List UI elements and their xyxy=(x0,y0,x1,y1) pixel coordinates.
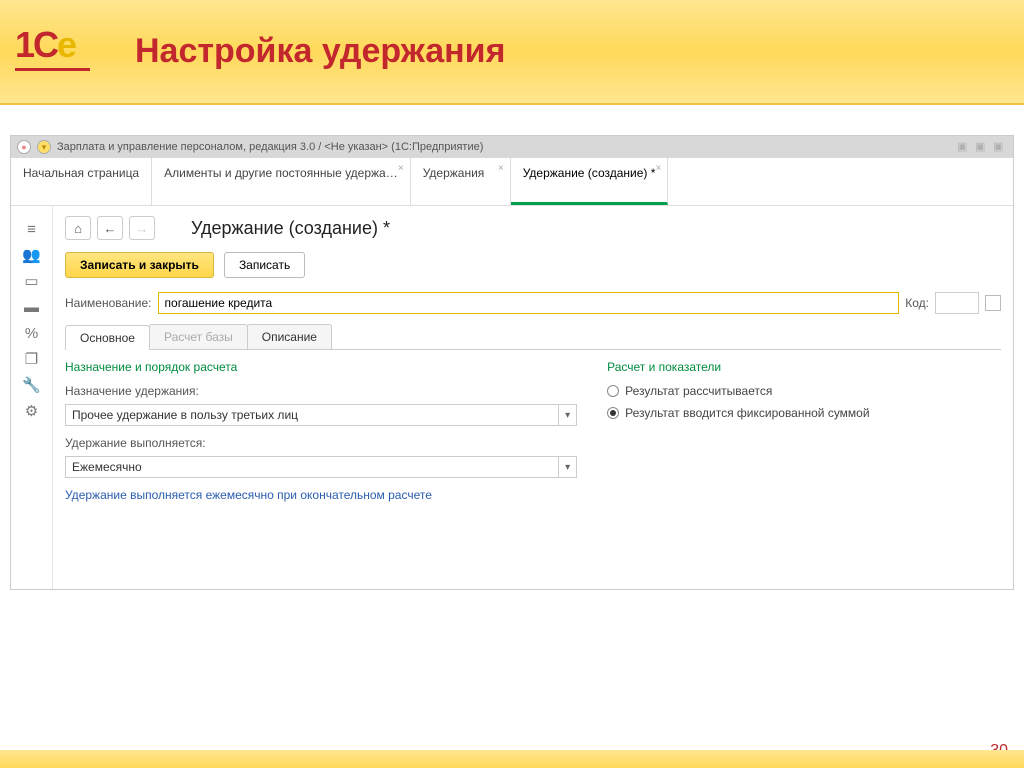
chevron-down-icon: ▾ xyxy=(558,405,576,425)
titlebar-right-icons: ▣ ▣ ▣ xyxy=(957,140,1007,154)
nav-row: ⌂ ← → Удержание (создание) * xyxy=(65,216,1001,240)
forward-button[interactable]: → xyxy=(129,216,155,240)
chevron-down-icon: ▾ xyxy=(558,457,576,477)
rail-people-icon[interactable]: 👥 xyxy=(11,242,52,268)
titlebar-icon[interactable]: ▣ xyxy=(993,140,1007,154)
code-label: Код: xyxy=(905,296,929,310)
period-select[interactable]: Ежемесячно ▾ xyxy=(65,456,577,478)
inner-tab-base[interactable]: Расчет базы xyxy=(149,324,248,349)
close-icon[interactable]: × xyxy=(398,162,404,175)
inner-tabs: Основное Расчет базы Описание xyxy=(65,324,1001,350)
footer-bar xyxy=(0,750,1024,768)
close-icon[interactable]: × xyxy=(656,162,662,175)
radio-icon xyxy=(607,407,619,419)
name-input[interactable] xyxy=(158,292,900,314)
tab-home[interactable]: Начальная страница xyxy=(11,158,152,205)
tab-deductions[interactable]: Удержания× xyxy=(411,158,511,205)
right-column: Расчет и показатели Результат рассчитыва… xyxy=(607,360,1001,502)
slide-header: 1Ce Настройка удержания xyxy=(0,0,1024,105)
radio-fixed[interactable]: Результат вводится фиксированной суммой xyxy=(607,406,1001,420)
save-close-button[interactable]: Записать и закрыть xyxy=(65,252,214,278)
workspace: ≡ 👥 ▭ ▬ % ❐ 🔧 ⚙ ⌂ ← → Удержание (создани… xyxy=(11,206,1013,589)
button-bar: Записать и закрыть Записать xyxy=(65,252,1001,278)
radio-label: Результат рассчитывается xyxy=(625,384,772,398)
titlebar-icon[interactable]: ▣ xyxy=(975,140,989,154)
rail-gear-icon[interactable]: ⚙ xyxy=(11,398,52,424)
app-window: ● ▾ Зарплата и управление персоналом, ре… xyxy=(10,135,1014,590)
purpose-value: Прочее удержание в пользу третьих лиц xyxy=(66,408,304,422)
columns: Назначение и порядок расчета Назначение … xyxy=(65,360,1001,502)
period-label: Удержание выполняется: xyxy=(65,436,577,450)
app-title-text: Зарплата и управление персоналом, редакц… xyxy=(57,141,483,153)
home-button[interactable]: ⌂ xyxy=(65,216,91,240)
flag-checkbox[interactable] xyxy=(985,295,1001,311)
rail-percent-icon[interactable]: % xyxy=(11,320,52,346)
section-calc: Расчет и показатели xyxy=(607,360,1001,374)
rail-wrench-icon[interactable]: 🔧 xyxy=(11,372,52,398)
radio-calculated[interactable]: Результат рассчитывается xyxy=(607,384,1001,398)
section-purpose: Назначение и порядок расчета xyxy=(65,360,577,374)
slide-title: Настройка удержания xyxy=(135,32,505,71)
rail-card-icon[interactable]: ▭ xyxy=(11,268,52,294)
inner-tab-desc[interactable]: Описание xyxy=(247,324,332,349)
purpose-label: Назначение удержания: xyxy=(65,384,577,398)
titlebar-icon[interactable]: ▣ xyxy=(957,140,971,154)
top-tabs: Начальная страница Алименты и другие пос… xyxy=(11,158,1013,206)
left-rail: ≡ 👥 ▭ ▬ % ❐ 🔧 ⚙ xyxy=(11,206,53,589)
close-icon[interactable]: × xyxy=(498,162,504,175)
content-area: ⌂ ← → Удержание (создание) * Записать и … xyxy=(53,206,1013,589)
inner-tab-main[interactable]: Основное xyxy=(65,325,150,350)
save-button[interactable]: Записать xyxy=(224,252,305,278)
name-row: Наименование: Код: xyxy=(65,292,1001,314)
rail-menu-icon[interactable]: ≡ xyxy=(11,216,52,242)
app-titlebar: ● ▾ Зарплата и управление персоналом, ре… xyxy=(11,136,1013,158)
back-button[interactable]: ← xyxy=(97,216,123,240)
radio-label: Результат вводится фиксированной суммой xyxy=(625,406,869,420)
period-hint: Удержание выполняется ежемесячно при око… xyxy=(65,488,577,502)
period-value: Ежемесячно xyxy=(66,460,148,474)
rail-copy-icon[interactable]: ❐ xyxy=(11,346,52,372)
rail-card2-icon[interactable]: ▬ xyxy=(11,294,52,320)
tab-alimony[interactable]: Алименты и другие постоянные удержа…× xyxy=(152,158,411,205)
titlebar-dropdown-icon[interactable]: ▾ xyxy=(37,140,51,154)
name-label: Наименование: xyxy=(65,296,152,310)
left-column: Назначение и порядок расчета Назначение … xyxy=(65,360,577,502)
radio-icon xyxy=(607,385,619,397)
page-title: Удержание (создание) * xyxy=(191,218,390,239)
purpose-select[interactable]: Прочее удержание в пользу третьих лиц ▾ xyxy=(65,404,577,426)
logo-1c: 1Ce xyxy=(15,24,95,79)
tab-deduction-create[interactable]: Удержание (создание) *× xyxy=(511,158,669,205)
code-input[interactable] xyxy=(935,292,979,314)
titlebar-close-icon[interactable]: ● xyxy=(17,140,31,154)
